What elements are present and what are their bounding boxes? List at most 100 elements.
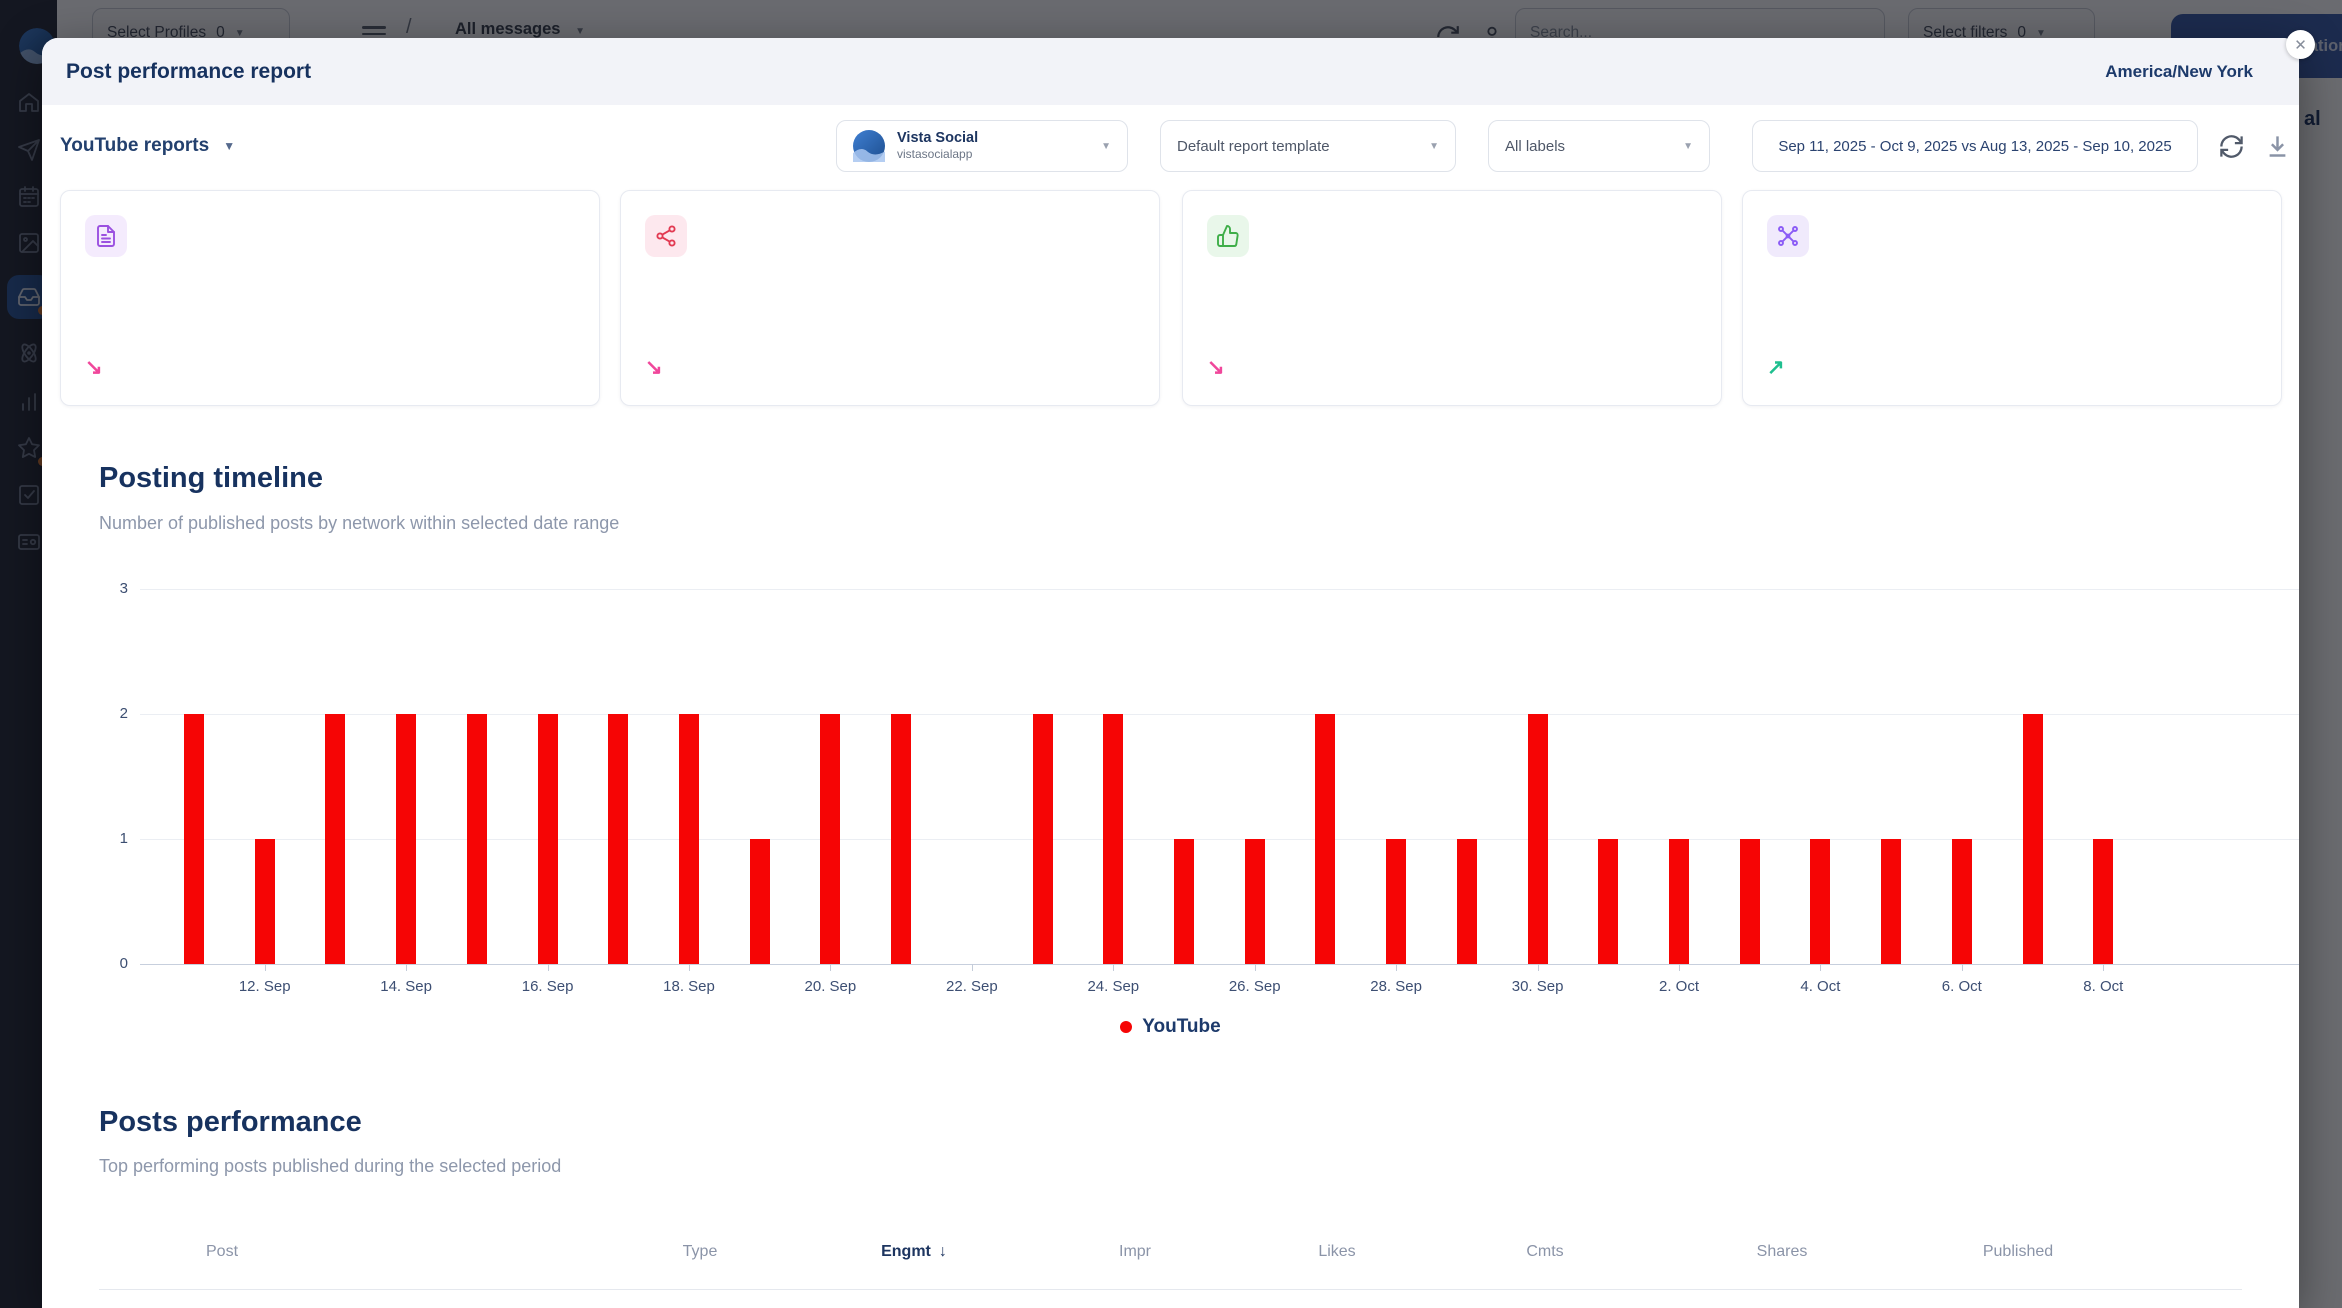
y-axis-label: 0 [88,955,128,972]
column-header-impr[interactable]: Impr [1119,1243,1151,1261]
column-header-cmts[interactable]: Cmts [1526,1243,1563,1261]
metric-icon-tile [1767,215,1809,257]
bar[interactable] [396,714,416,964]
network-icon [1776,224,1800,248]
bar[interactable] [325,714,345,964]
report-type-label: YouTube reports [60,135,209,157]
metric-icon-tile [1207,215,1249,257]
post-performance-modal: Post performance report America/New York… [42,38,2299,1308]
x-axis-tick [2103,964,2104,971]
chevron-down-icon: ▼ [1101,141,1111,152]
x-axis-tick [1820,964,1821,971]
download-icon[interactable] [2264,133,2291,160]
labels-filter-dropdown[interactable]: All labels ▼ [1488,120,1710,172]
metric-icon-tile [645,215,687,257]
x-axis-tick [406,964,407,971]
bar[interactable] [1174,839,1194,964]
bar[interactable] [891,714,911,964]
labels-filter-label: All labels [1505,138,1565,155]
column-header-post[interactable]: Post [206,1243,238,1261]
x-axis-label: 14. Sep [380,978,432,995]
metric-card-posts: ↘ [60,190,600,406]
report-template-dropdown[interactable]: Default report template ▼ [1160,120,1456,172]
document-icon [94,224,118,248]
bar[interactable] [1598,839,1618,964]
bar[interactable] [1740,839,1760,964]
bar[interactable] [184,714,204,964]
bar[interactable] [1952,839,1972,964]
trend-down-arrow-icon: ↘ [85,357,103,378]
bar[interactable] [750,839,770,964]
gridline [140,714,2299,715]
x-axis-tick [1255,964,1256,971]
bar[interactable] [2093,839,2113,964]
y-axis-label: 1 [88,830,128,847]
posting-timeline-subtitle: Number of published posts by network wit… [99,512,619,534]
x-axis-tick [972,964,973,971]
report-type-dropdown[interactable]: YouTube reports ▼ [60,120,235,172]
screen: Select Profiles 0 ▼ / All messages ▼ Sea… [0,0,2342,1308]
x-axis-label: 30. Sep [1512,978,1564,995]
table-divider [99,1289,2242,1290]
bar[interactable] [467,714,487,964]
thumbs-up-icon [1216,224,1240,248]
column-header-likes[interactable]: Likes [1318,1243,1355,1261]
x-axis-label: 16. Sep [522,978,574,995]
youtube-legend-label: YouTube [1142,1016,1220,1038]
close-button[interactable]: ✕ [2286,30,2315,59]
bar[interactable] [820,714,840,964]
bar[interactable] [608,714,628,964]
x-axis-label: 6. Oct [1942,978,1982,995]
column-header-published[interactable]: Published [1983,1243,2053,1261]
bar[interactable] [255,839,275,964]
bar[interactable] [1457,839,1477,964]
bar[interactable] [1669,839,1689,964]
x-axis-label: 8. Oct [2083,978,2123,995]
x-axis-tick [1962,964,1963,971]
x-axis-tick [1538,964,1539,971]
posts-performance-subtitle: Top performing posts published during th… [99,1155,561,1177]
close-icon: ✕ [2294,36,2307,54]
x-axis-label: 12. Sep [239,978,291,995]
trend-up-arrow-icon: ↗ [1767,357,1785,378]
x-axis-label: 28. Sep [1370,978,1422,995]
column-header-shares[interactable]: Shares [1757,1243,1808,1261]
chevron-down-icon: ▼ [223,139,235,153]
posting-timeline-title: Posting timeline [99,461,323,495]
timezone-label[interactable]: America/New York [2105,62,2253,82]
youtube-legend-dot-icon [1120,1021,1132,1033]
profile-selector[interactable]: Vista Social vistasocialapp ▼ [836,120,1128,172]
bar[interactable] [679,714,699,964]
date-range-picker[interactable]: Sep 11, 2025 - Oct 9, 2025 vs Aug 13, 20… [1752,120,2198,172]
modal-title: Post performance report [66,60,311,84]
bar[interactable] [1315,714,1335,964]
bar[interactable] [538,714,558,964]
bar[interactable] [1881,839,1901,964]
bar[interactable] [1245,839,1265,964]
share-nodes-icon [654,224,678,248]
bar[interactable] [1528,714,1548,964]
sort-descending-arrow-icon: ↓ [939,1243,947,1261]
bar[interactable] [1810,839,1830,964]
chart-legend[interactable]: YouTube [42,1016,2299,1038]
bar[interactable] [1033,714,1053,964]
x-axis-label: 2. Oct [1659,978,1699,995]
x-axis-label: 18. Sep [663,978,715,995]
x-axis-tick [689,964,690,971]
bar[interactable] [1103,714,1123,964]
column-header-type[interactable]: Type [683,1243,718,1261]
chevron-down-icon: ▼ [1429,141,1439,152]
metric-card-engagement: ↘ [1182,190,1722,406]
profile-avatar [853,130,885,162]
trend-down-arrow-icon: ↘ [1207,357,1225,378]
modal-header: Post performance report America/New York [42,38,2299,105]
bar[interactable] [1386,839,1406,964]
x-axis-tick [265,964,266,971]
report-template-label: Default report template [1177,138,1330,155]
column-header-engmt[interactable]: Engmt ↓ [881,1243,947,1261]
x-axis-label: 20. Sep [805,978,857,995]
bar[interactable] [2023,714,2043,964]
x-axis-tick [1113,964,1114,971]
refresh-icon[interactable] [2218,133,2245,160]
metric-card-impressions: ↘ [620,190,1160,406]
